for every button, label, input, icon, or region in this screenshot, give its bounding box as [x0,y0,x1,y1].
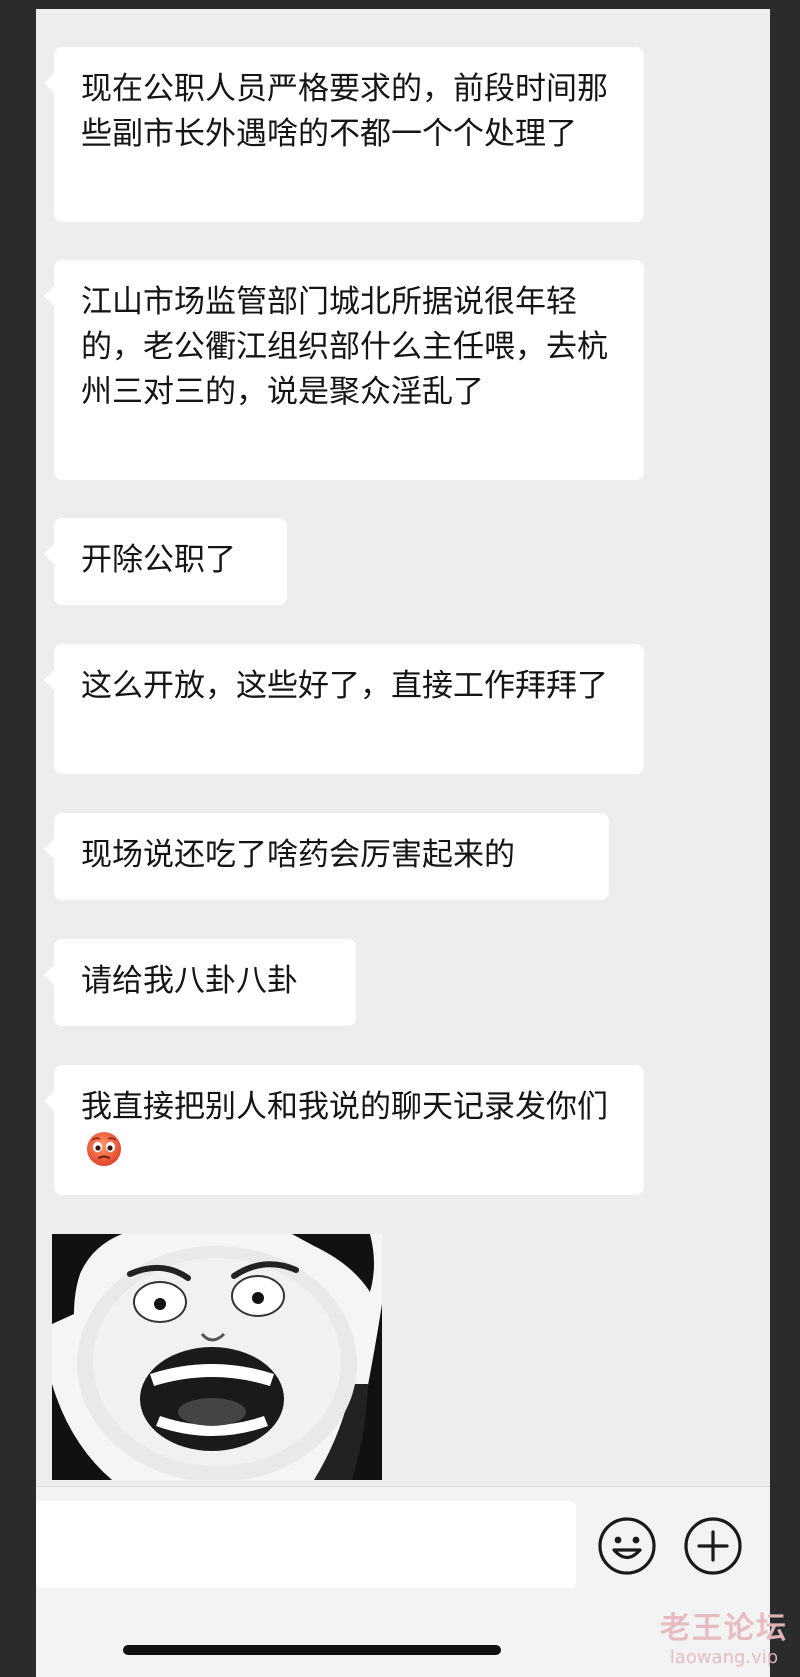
message-bubble[interactable]: 这么开放，这些好了，直接工作拜拜了 [44,644,644,774]
add-button[interactable] [682,1515,744,1577]
emoji-button[interactable] [596,1515,658,1577]
home-indicator[interactable] [123,1645,501,1655]
message-bubble[interactable]: 我直接把别人和我说的聊天记录发你们 [44,1065,644,1195]
watermark-url: laowang.vip [669,1647,779,1668]
blushing-face-emoji [85,1130,123,1168]
panda-meme-sticker[interactable] [52,1234,382,1480]
message-text: 现在公职人员严格要求的，前段时间那些副市长外遇啥的不都一个个处理了 [81,71,608,152]
message-input[interactable] [36,1501,576,1588]
message-bubble[interactable]: 现场说还吃了啥药会厉害起来的 [44,813,609,900]
message-list[interactable]: 现在公职人员严格要求的，前段时间那些副市长外遇啥的不都一个个处理了 江山市场监管… [36,9,770,1480]
plus-circle-icon [684,1517,742,1575]
message-text: 这么开放，这些好了，直接工作拜拜了 [81,668,608,704]
message-bubble[interactable]: 请给我八卦八卦 [44,939,356,1026]
message-text: 我直接把别人和我说的聊天记录发你们 [81,1089,608,1125]
message-bubble[interactable]: 江山市场监管部门城北所据说很年轻的，老公衢江组织部什么主任喂，去杭州三对三的，说… [44,260,644,480]
site-watermark: 老王论坛 laowang.vip [660,1611,788,1669]
message-bubble[interactable]: 开除公职了 [44,518,287,605]
message-text: 江山市场监管部门城北所据说很年轻的，老公衢江组织部什么主任喂，去杭州三对三的，说… [81,284,608,410]
message-text: 请给我八卦八卦 [81,963,298,999]
message-text: 现场说还吃了啥药会厉害起来的 [81,837,515,873]
watermark-title: 老王论坛 [660,1611,788,1646]
message-bubble[interactable]: 现在公职人员严格要求的，前段时间那些副市长外遇啥的不都一个个处理了 [44,47,644,222]
message-text: 开除公职了 [81,542,236,578]
chat-screen: 现在公职人员严格要求的，前段时间那些副市长外遇啥的不都一个个处理了 江山市场监管… [36,9,770,1677]
smiley-icon [598,1517,656,1575]
